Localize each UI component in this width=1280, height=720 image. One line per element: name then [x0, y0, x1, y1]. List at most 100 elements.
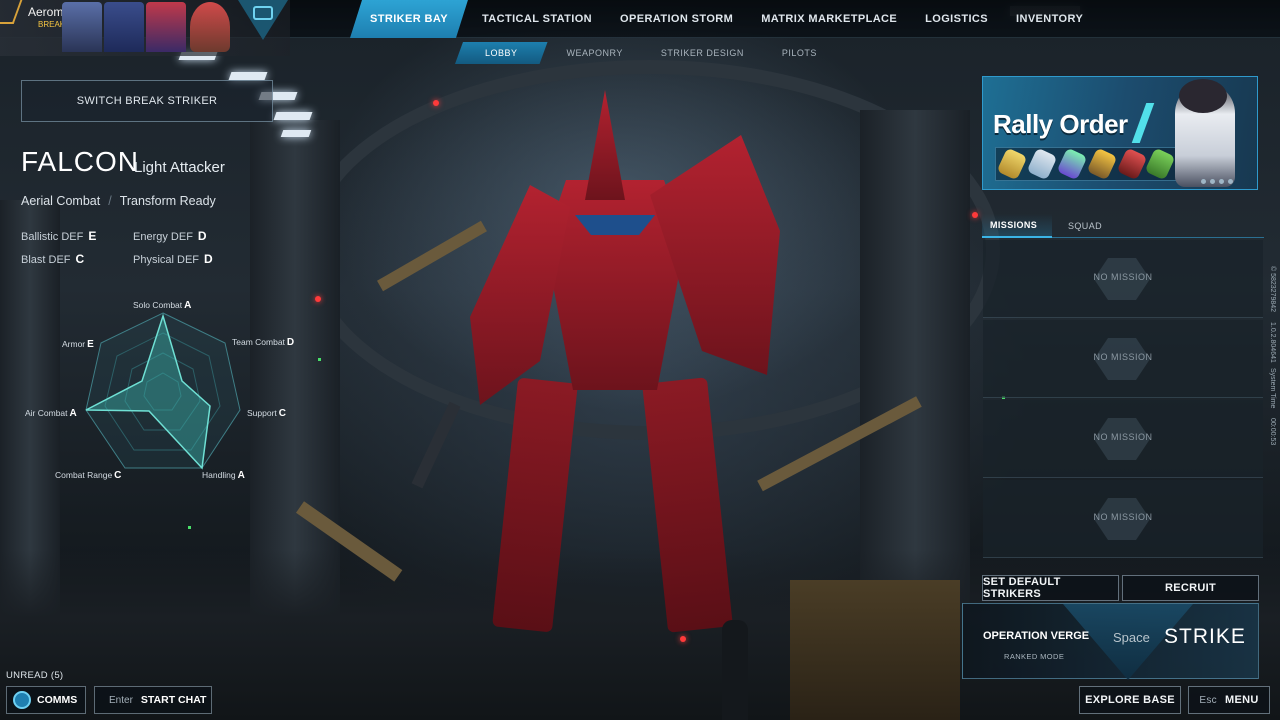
striker-portrait[interactable] [104, 2, 144, 52]
comms-button[interactable]: COMMS [6, 686, 86, 714]
sub-nav: LOBBY WEAPONRY STRIKER DESIGN PILOTS [455, 42, 836, 64]
def-label: Energy DEF [133, 231, 193, 243]
radar-axis-grade: C [114, 470, 122, 481]
radar-axis-label: Handling [202, 470, 236, 480]
radar-handling: Handling A [202, 470, 245, 481]
radar-axis-grade: A [69, 408, 77, 419]
panel-tabs: MISSIONS SQUAD [982, 214, 1264, 238]
radar-solo-combat: Solo Combat A [133, 300, 191, 311]
comms-label: COMMS [37, 694, 78, 706]
build-version: 1.0.2.804641 [1269, 322, 1276, 363]
mission-slot[interactable]: NO MISSION [983, 480, 1263, 558]
nav-inventory[interactable]: INVENTORY [1002, 0, 1097, 38]
rally-order-banner[interactable]: Rally Order [982, 76, 1258, 190]
mission-status: NO MISSION [1093, 352, 1153, 362]
radar-axis-grade: D [286, 337, 295, 348]
tab-weaponry[interactable]: WEAPONRY [548, 42, 642, 64]
radar-combat-range: Combat Range C [55, 470, 121, 481]
radar-axis-label: Combat Range [55, 470, 113, 480]
nav-matrix-marketplace[interactable]: MATRIX MARKETPLACE [747, 0, 911, 38]
pilot-figure [722, 620, 748, 720]
home-hex-button[interactable] [238, 0, 288, 40]
operation-name: OPERATION VERGE [983, 630, 1090, 642]
start-chat-button[interactable]: Enter START CHAT [94, 686, 212, 714]
warning-light [315, 296, 321, 302]
player-card[interactable]: Aeromesi BREAKer [0, 0, 290, 56]
def-grade: C [75, 252, 85, 266]
def-label: Ballistic DEF [21, 231, 84, 243]
def-label: Physical DEF [133, 254, 200, 266]
def-grade: E [88, 229, 97, 243]
tab-missions[interactable]: MISSIONS [982, 214, 1052, 238]
keybind-space: Space [1113, 630, 1150, 645]
set-default-strikers-button[interactable]: SET DEFAULT STRIKERS [982, 575, 1119, 601]
pilot-portrait[interactable] [190, 2, 230, 52]
def-energy: Energy DEF D [133, 229, 207, 243]
performance-radar [85, 312, 241, 470]
nav-operation-storm[interactable]: OPERATION STORM [606, 0, 747, 38]
radar-axis-grade: E [87, 339, 94, 350]
radar-team-combat: Team Combat D [232, 337, 294, 348]
radar-axis-label: Team Combat [232, 337, 285, 347]
radar-axis-label: Solo Combat [133, 300, 183, 310]
nav-tactical-station[interactable]: TACTICAL STATION [468, 0, 606, 38]
mission-slot[interactable]: NO MISSION [983, 400, 1263, 478]
comms-icon [13, 691, 31, 709]
explore-base-button[interactable]: EXPLORE BASE [1079, 686, 1181, 714]
warning-light [680, 636, 686, 642]
rally-title: Rally Order [993, 109, 1128, 139]
radar-armor: Armor E [62, 339, 94, 350]
rank-crest-icon [0, 0, 23, 24]
ceiling-light [273, 112, 313, 120]
strike-label: STRIKE [1164, 625, 1246, 648]
tab-pilots[interactable]: PILOTS [763, 42, 836, 64]
nav-logistics[interactable]: LOGISTICS [911, 0, 1002, 38]
mech-weapon [411, 401, 461, 489]
striker-portrait[interactable] [62, 2, 102, 52]
indicator-light [188, 526, 191, 529]
system-time-value: 00:00:53 [1269, 418, 1276, 446]
trait-separator: / [108, 194, 112, 208]
mission-slot[interactable]: NO MISSION [983, 320, 1263, 398]
radar-axis-grade: A [237, 470, 245, 481]
radar-axis-label: Support [247, 408, 277, 418]
menu-label: MENU [1224, 694, 1259, 706]
strike-button[interactable]: OPERATION VERGE RANKED MODE Space STRIKE [962, 603, 1259, 680]
mission-status: NO MISSION [1093, 272, 1153, 282]
def-ballistic: Ballistic DEF E [21, 229, 96, 243]
system-time-label: System Time [1269, 368, 1276, 409]
trait-label: Aerial Combat [21, 194, 101, 208]
unread-count: UNREAD (5) [6, 670, 64, 681]
tab-squad[interactable]: SQUAD [1052, 214, 1118, 238]
radar-axis-grade: A [184, 300, 192, 311]
def-label: Blast DEF [21, 254, 71, 266]
radar-air-combat: Air Combat A [25, 408, 77, 419]
rally-pilot-hair [1179, 79, 1227, 113]
indicator-light [318, 358, 321, 361]
banner-accent [1131, 103, 1155, 143]
radar-axis-grade: C [278, 408, 287, 419]
warning-light [972, 212, 978, 218]
ceiling-light [228, 72, 268, 80]
session-id: © 5823279842 [1269, 266, 1276, 313]
main-nav: STRIKER BAY TACTICAL STATION OPERATION S… [350, 0, 1097, 38]
radar-axis-label: Armor [62, 339, 86, 349]
mission-slot[interactable]: NO MISSION [983, 240, 1263, 318]
tab-striker-design[interactable]: STRIKER DESIGN [642, 42, 763, 64]
striker-portrait[interactable] [146, 2, 186, 52]
def-grade: D [204, 252, 213, 266]
system-info: © 5823279842 1.0.2.804641 System Time 00… [1262, 262, 1278, 446]
recruit-button[interactable]: RECRUIT [1122, 575, 1259, 601]
banner-pager[interactable] [1201, 179, 1233, 184]
striker-class: Light Attacker [134, 159, 225, 176]
striker-traits: Aerial Combat / Transform Ready [21, 194, 216, 208]
hangar-icon [253, 6, 273, 20]
keybind-enter: Enter [109, 694, 133, 706]
switch-striker-button[interactable]: SWITCH BREAK STRIKER [21, 80, 273, 122]
radar-support: Support C [247, 408, 286, 419]
nav-striker-bay[interactable]: STRIKER BAY [350, 0, 468, 38]
tab-lobby[interactable]: LOBBY [455, 42, 548, 64]
operation-mode: RANKED MODE [1004, 652, 1065, 661]
warning-light [433, 100, 439, 106]
menu-button[interactable]: Esc MENU [1188, 686, 1270, 714]
